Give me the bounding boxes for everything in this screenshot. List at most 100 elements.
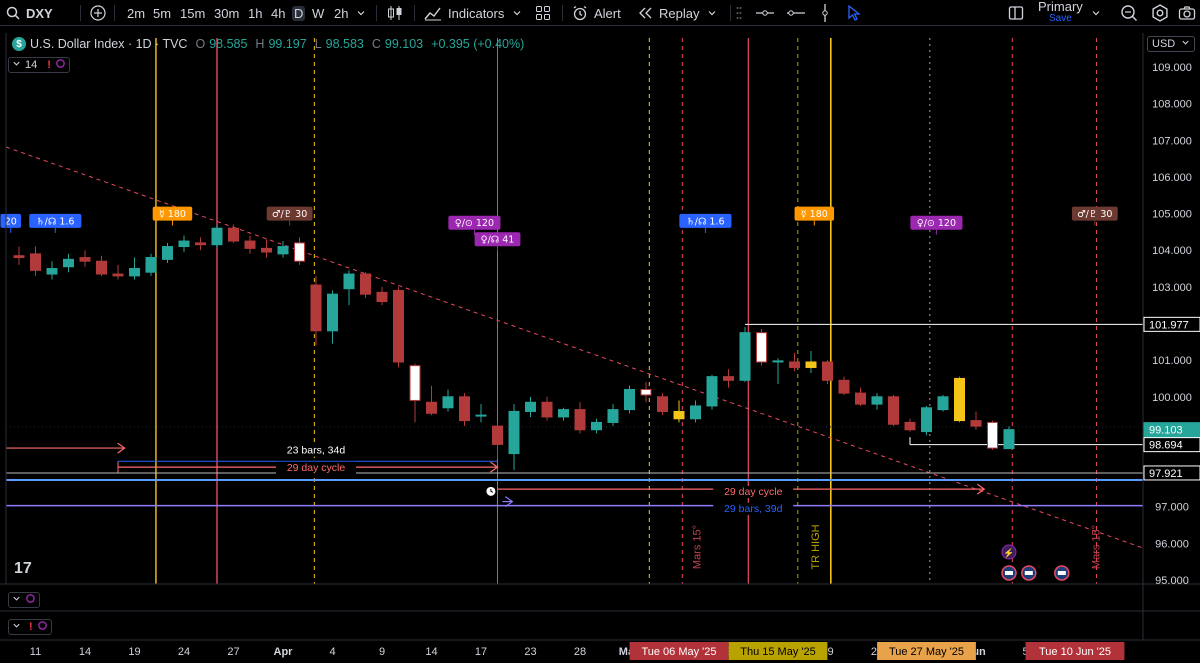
pane-2-chip[interactable] (8, 592, 40, 608)
candle-body[interactable] (789, 361, 800, 368)
candle-body[interactable] (904, 421, 916, 431)
candle-body[interactable] (228, 227, 239, 242)
candle-body[interactable] (310, 284, 322, 332)
timeframe-2h[interactable]: 2h (334, 0, 348, 26)
candle-body[interactable] (640, 388, 652, 396)
candle-body[interactable] (162, 246, 173, 260)
candle-body[interactable] (261, 247, 272, 253)
candle-body[interactable] (277, 246, 289, 255)
timeframe-dropdown[interactable] (356, 0, 366, 26)
candle-body[interactable] (937, 396, 949, 411)
timeframe-d[interactable]: D (292, 5, 306, 21)
candle-body[interactable] (838, 379, 850, 394)
candle-body[interactable] (558, 409, 569, 418)
candle-body[interactable] (211, 227, 223, 246)
candle-body[interactable] (855, 392, 866, 405)
templates-button[interactable] (535, 0, 551, 26)
candle-body[interactable] (426, 401, 437, 414)
layout-button[interactable] (1008, 0, 1024, 26)
layout-dropdown[interactable] (1091, 0, 1101, 26)
timeframe-15m[interactable]: 15m (180, 0, 205, 26)
indicators-button[interactable]: Indicators (424, 0, 504, 26)
quick-search-button[interactable] (1120, 0, 1138, 26)
candle-body[interactable] (805, 361, 817, 368)
timeframe-w[interactable]: W (312, 0, 324, 26)
drawings-handle[interactable] (736, 0, 742, 26)
candle-body[interactable] (112, 273, 124, 277)
gear-icon (1151, 4, 1169, 22)
candle-body[interactable] (508, 410, 520, 455)
indicators-dropdown[interactable] (512, 0, 522, 26)
candle-body[interactable] (822, 361, 833, 381)
candle-body[interactable] (673, 410, 685, 420)
candle-body[interactable] (327, 293, 338, 332)
candle-body[interactable] (541, 401, 553, 418)
chart-type-button[interactable] (386, 0, 404, 26)
timeframe-2m[interactable]: 2m (127, 0, 145, 26)
pane-3-chip[interactable]: ! (8, 619, 52, 635)
timeframe-4h[interactable]: 4h (271, 0, 285, 26)
candle-body[interactable] (574, 409, 586, 431)
candle-body[interactable] (294, 242, 305, 262)
candle-body[interactable] (343, 273, 355, 290)
candle-body[interactable] (970, 420, 982, 427)
chart-canvas[interactable]: 20 ♄/☊ 1.6 ☿ 180 ♂/♇ 30 ♀/⊙ 120 ♀/☊ 41 ♄/☊ 1.6… (0, 33, 1200, 663)
candle-body[interactable] (607, 409, 619, 423)
candle-body[interactable] (921, 407, 932, 433)
candle-body[interactable] (690, 405, 701, 420)
candle-body[interactable] (492, 425, 503, 445)
legend-c-label: C (371, 37, 381, 51)
candle-body[interactable] (195, 242, 206, 246)
candle-body[interactable] (723, 376, 734, 381)
timeframe-30m[interactable]: 30m (214, 0, 239, 26)
candle-body[interactable] (772, 360, 784, 363)
candle-body[interactable] (591, 421, 602, 431)
legend-title[interactable]: U.S. Dollar Index · 1D · TVC (30, 37, 187, 51)
compare-symbol-button[interactable] (90, 0, 106, 26)
alert-button[interactable]: Alert (572, 0, 621, 26)
symbol-search[interactable]: DXY (6, 0, 53, 26)
candle-body[interactable] (79, 257, 91, 262)
candle-body[interactable] (13, 255, 25, 259)
candle-body[interactable] (739, 332, 751, 381)
candle-body[interactable] (96, 260, 107, 275)
timeframe-1h[interactable]: 1h (248, 0, 262, 26)
vertical-line-tool[interactable] (820, 0, 830, 26)
candle-body[interactable] (409, 365, 421, 401)
candle-body[interactable] (129, 268, 140, 277)
candle-body[interactable] (459, 396, 470, 422)
candle-body[interactable] (360, 273, 371, 295)
candle-body[interactable] (624, 388, 635, 411)
candle-body[interactable] (145, 257, 157, 273)
candle-body[interactable] (525, 401, 536, 412)
cursor-tool[interactable] (847, 0, 861, 26)
timeframe-5m[interactable]: 5m (153, 0, 171, 26)
candle-body[interactable] (657, 396, 668, 412)
layout-name[interactable]: Primary Save (1038, 0, 1083, 26)
candle-body[interactable] (376, 291, 388, 303)
horizontal-ray-tool[interactable] (786, 0, 806, 26)
indicator-chip[interactable]: 14 ! (8, 57, 70, 73)
candle-body[interactable] (178, 240, 190, 248)
replay-button[interactable]: Replay (638, 0, 699, 26)
settings-button[interactable] (1151, 0, 1169, 26)
candle-body[interactable] (888, 396, 899, 425)
replay-dropdown[interactable] (707, 0, 717, 26)
candle-body[interactable] (475, 414, 487, 417)
currency-button[interactable]: USD (1147, 36, 1195, 52)
candle-body[interactable] (63, 258, 74, 268)
horizontal-line-tool[interactable] (755, 0, 775, 26)
tradingview-logo[interactable]: 17 (14, 560, 32, 578)
candle-body[interactable] (30, 253, 41, 271)
candle-body[interactable] (706, 376, 718, 407)
candle-body[interactable] (1003, 429, 1015, 450)
candle-body[interactable] (393, 290, 404, 363)
candle-body[interactable] (987, 421, 998, 449)
candle-body[interactable] (871, 396, 883, 405)
candle-body[interactable] (244, 240, 256, 249)
candle-body[interactable] (954, 377, 965, 422)
candle-body[interactable] (46, 268, 58, 275)
candle-body[interactable] (442, 396, 454, 409)
snapshot-button[interactable] (1178, 0, 1196, 26)
candle-body[interactable] (756, 332, 767, 363)
